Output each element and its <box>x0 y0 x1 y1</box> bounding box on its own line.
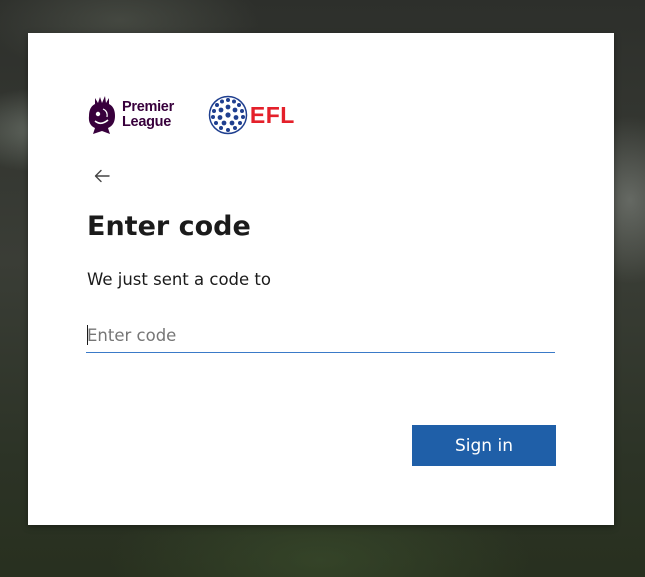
code-sent-description: We just sent a code to <box>87 270 271 289</box>
arrow-left-icon <box>94 169 110 183</box>
text-caret <box>87 325 88 345</box>
page-title: Enter code <box>87 211 251 242</box>
sign-in-button[interactable]: Sign in <box>412 425 556 466</box>
efl-ball-icon <box>208 95 248 135</box>
back-button[interactable] <box>90 165 114 187</box>
efl-wordmark: EFL <box>249 101 295 128</box>
sign-in-dialog: Premier League EFL Enter code We just se… <box>28 33 614 525</box>
partner-logos: Premier League EFL <box>86 93 295 137</box>
premier-league-lion-icon <box>88 96 115 134</box>
premier-league-logo: Premier League <box>86 95 174 135</box>
efl-logo: EFL <box>208 95 295 135</box>
premier-league-wordmark: Premier League <box>122 99 174 130</box>
code-input[interactable] <box>86 319 555 353</box>
